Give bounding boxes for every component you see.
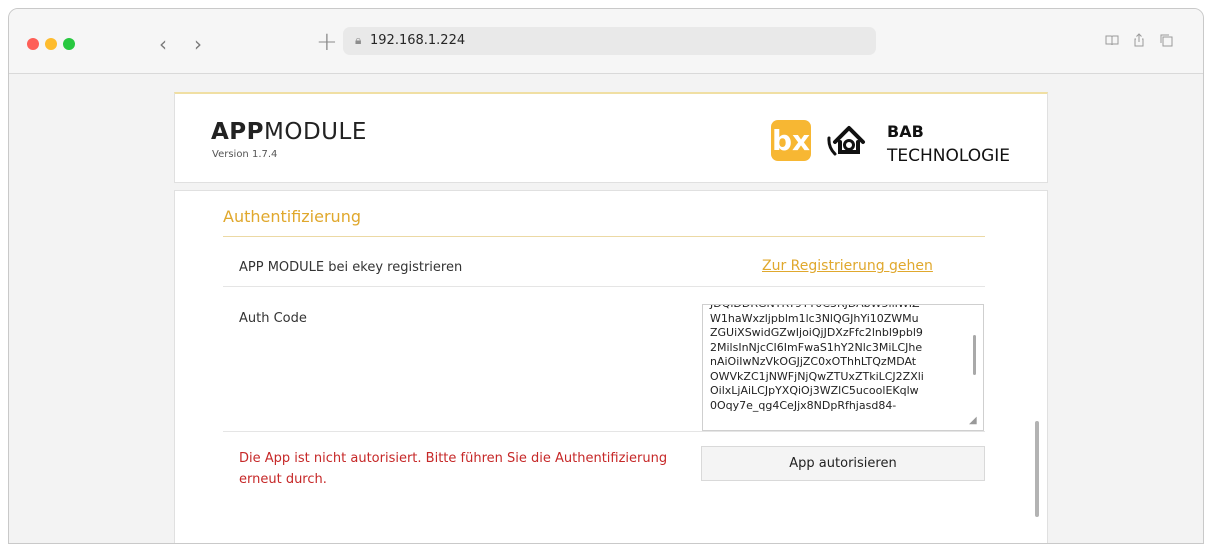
minimize-window-button[interactable] [45,38,57,50]
authentication-panel: Authentifizierung APP MODULE bei ekey re… [174,190,1048,543]
authorize-app-button[interactable]: App autorisieren [701,446,985,481]
auth-code-textarea[interactable]: JDQiDDRGNTRT9TT0C3RJDAbW5liIWIZ W1haWxzl… [702,304,984,431]
resize-grip-icon[interactable]: ◢ [969,415,977,426]
error-message: Die App ist nicht autorisiert. Bitte füh… [239,451,668,487]
textarea-scrollbar[interactable] [973,335,976,375]
browser-toolbar: ‹ › + 🔒︎ 192.168.1.224 [9,9,1203,74]
section-title: Authentifizierung [223,207,361,226]
ekey-logo: bx [771,120,811,161]
row-divider [223,286,985,287]
bab-subtitle: TECHNOLOGIE [887,146,1011,166]
auth-code-label: Auth Code [239,311,307,326]
bab-name: BAB [887,122,924,141]
close-window-button[interactable] [27,38,39,50]
auth-code-value: JDQiDDRGNTRT9TT0C3RJDAbW5liIWIZ W1haWxzl… [710,305,924,412]
new-tab-button[interactable]: + [316,27,338,57]
app-title: APPMODULE [211,119,367,145]
share-icon[interactable] [1132,33,1146,47]
zoom-window-button[interactable] [63,38,75,50]
ekey-logo-mark: bx [771,124,811,157]
bab-logo-icon [827,126,865,156]
row-divider [223,431,985,432]
page-content: APPMODULE Version 1.7.4 bx BAB TECHNOLOG… [9,74,1203,543]
forward-button[interactable]: › [194,32,202,56]
back-button[interactable]: ‹ [159,32,167,56]
reader-icon[interactable] [1105,33,1119,47]
register-label: APP MODULE bei ekey registrieren [239,260,463,275]
version-label: Version 1.7.4 [212,149,278,160]
page-scrollbar[interactable] [1035,421,1039,517]
app-header: APPMODULE Version 1.7.4 bx BAB TECHNOLOG… [174,92,1048,183]
browser-window: ‹ › + 🔒︎ 192.168.1.224 APPMODULE Version… [8,8,1204,544]
lock-icon: 🔒︎ [355,33,362,47]
tabs-icon[interactable] [1159,33,1173,47]
address-bar[interactable]: 🔒︎ 192.168.1.224 [343,27,876,55]
register-link[interactable]: Zur Registrierung gehen [762,258,933,274]
section-underline [223,236,985,237]
url-text: 192.168.1.224 [370,33,466,48]
